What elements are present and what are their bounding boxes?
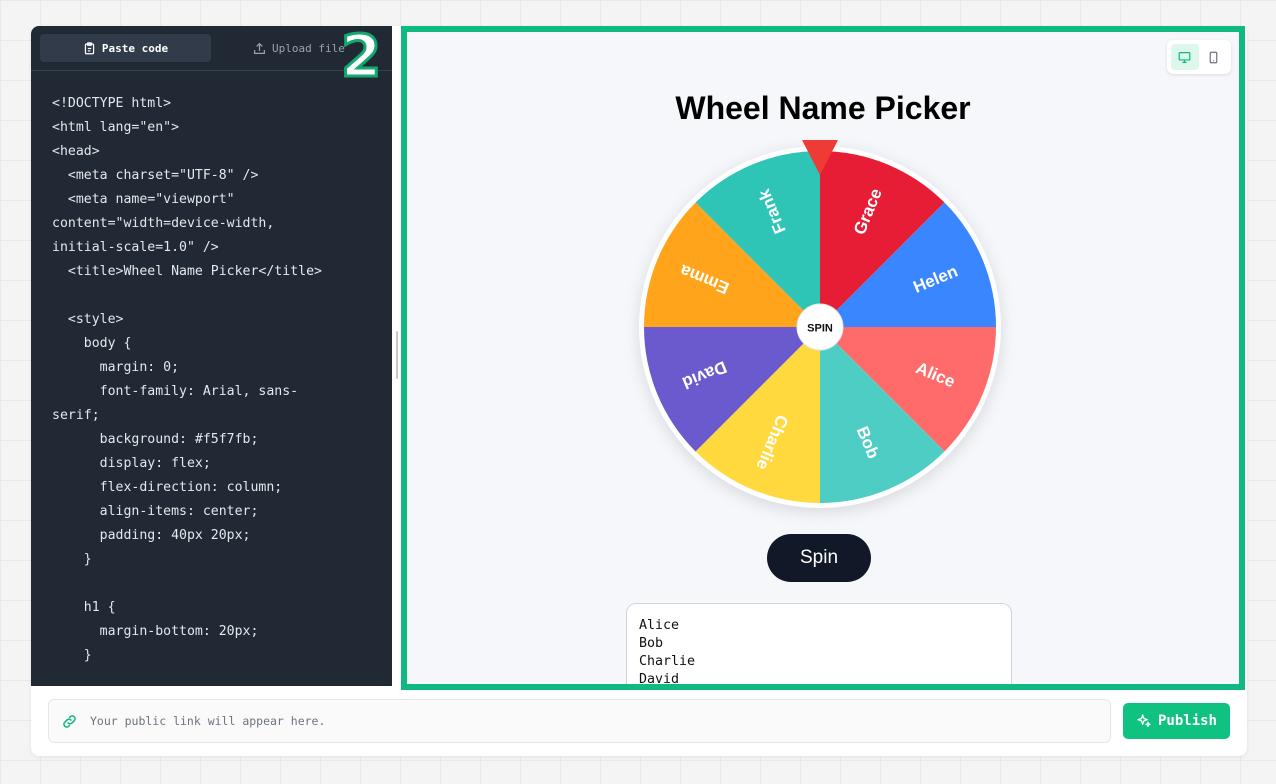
code-line: font-family: Arial, sans-: [52, 384, 299, 399]
editor-tabs: Paste code Upload file: [31, 26, 392, 71]
code-line: <title>Wheel Name Picker</title>: [52, 264, 322, 279]
spin-hub[interactable]: SPIN: [796, 303, 844, 351]
code-editor[interactable]: <!DOCTYPE html> <html lang="en"> <head> <m…: [31, 71, 392, 668]
public-link-input[interactable]: [90, 714, 1050, 728]
code-line: <style>: [52, 312, 124, 327]
code-line: display: flex;: [52, 456, 211, 471]
desktop-view-button[interactable]: [1170, 44, 1199, 70]
link-icon: [63, 714, 76, 728]
code-line: h1 {: [52, 600, 116, 615]
clipboard-icon: [84, 41, 95, 54]
code-line: margin-bottom: 20px;: [52, 624, 259, 639]
code-line: initial-scale=1.0" />: [52, 240, 219, 255]
smartphone-icon: [1209, 51, 1218, 63]
names-textarea[interactable]: [626, 603, 1012, 684]
code-line: align-items: center;: [52, 504, 259, 519]
panel-resize-handle[interactable]: [396, 331, 398, 379]
mobile-view-button[interactable]: [1200, 44, 1228, 70]
code-line: margin: 0;: [52, 360, 180, 375]
code-line: body {: [52, 336, 132, 351]
spin-button[interactable]: Spin: [767, 534, 871, 582]
name-wheel: Alice Bob Charlie David Emma Frank Grace Helen …: [639, 140, 1001, 508]
tab-upload-label: Upload file: [272, 41, 345, 55]
public-link-bar: [48, 699, 1111, 743]
code-line: <head>: [52, 144, 100, 159]
code-line: <!DOCTYPE html>: [52, 96, 172, 111]
spin-hub-label[interactable]: SPIN: [807, 323, 833, 335]
device-toggle: [1167, 40, 1231, 74]
code-line: <meta name="viewport": [52, 192, 235, 207]
wheel-title: Wheel Name Picker: [675, 90, 971, 126]
monitor-icon: [1178, 51, 1191, 63]
code-line: }: [52, 552, 92, 567]
tab-paste-label: Paste code: [101, 41, 169, 55]
preview-frame: Wheel Name Picker Alice Bob Charlie David Em…: [401, 26, 1245, 690]
tab-paste-code[interactable]: Paste code: [40, 34, 211, 62]
code-line: }: [52, 648, 92, 663]
publish-label: Publish: [1157, 713, 1217, 729]
upload-icon: [254, 42, 265, 54]
code-line: content="width=device-width,: [52, 216, 275, 231]
code-line: <meta charset="UTF-8" />: [52, 168, 259, 183]
code-line: padding: 40px 20px;: [52, 528, 251, 543]
wheel-svg: AliceBobCharlieDavidEmmaFrank GraceHelen …: [639, 140, 1001, 508]
step-number-badge: 2: [339, 22, 382, 90]
publish-button[interactable]: Publish: [1123, 703, 1230, 739]
code-line: <html lang="en">: [52, 120, 180, 135]
code-line: flex-direction: column;: [52, 480, 283, 495]
code-line: serif;: [52, 408, 100, 423]
code-line: background: #f5f7fb;: [52, 432, 259, 447]
code-editor-panel: Paste code Upload file <!DOCTYPE html> <h…: [31, 26, 392, 686]
sparkles-icon: [1137, 714, 1151, 727]
